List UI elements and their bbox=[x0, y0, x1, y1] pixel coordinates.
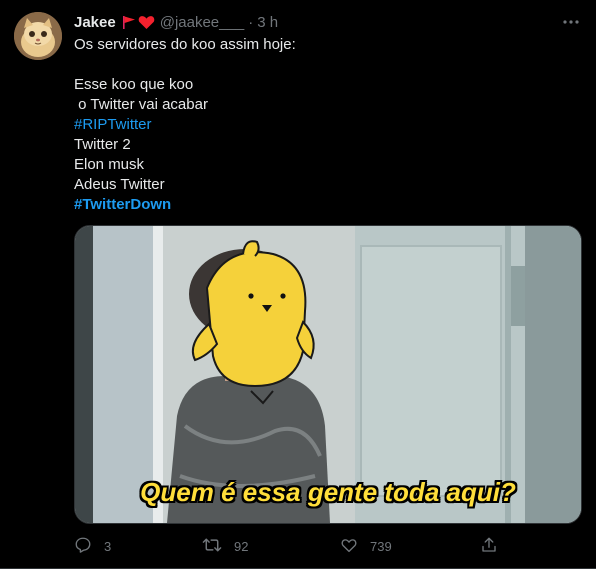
author-name[interactable]: Jakee bbox=[74, 14, 116, 31]
reply-count: 3 bbox=[104, 538, 112, 554]
like-count: 739 bbox=[370, 538, 392, 554]
retweet-icon bbox=[202, 536, 222, 557]
tweet-header: Jakee @jaakee___ · 3 h bbox=[74, 12, 278, 32]
tweet-line: Elon musk bbox=[74, 156, 145, 173]
like-button[interactable]: 739 bbox=[340, 536, 392, 556]
tweet-media-image[interactable]: Quem é essa gente toda aqui? bbox=[74, 225, 582, 524]
meme-caption: Quem é essa gente toda aqui? bbox=[140, 477, 516, 507]
tweet-line: Esse koo que koo bbox=[74, 76, 194, 93]
tweet-line: Twitter 2 bbox=[74, 136, 131, 153]
tweet-line: Adeus Twitter bbox=[74, 176, 165, 193]
hashtag-twitterdown[interactable]: #TwitterDown bbox=[74, 195, 574, 215]
retweet-button[interactable]: 92 bbox=[202, 536, 248, 556]
avatar[interactable] bbox=[14, 12, 62, 60]
more-options-icon[interactable] bbox=[560, 11, 582, 33]
like-icon bbox=[340, 536, 358, 557]
tweet-line: o Twitter vai acabar bbox=[74, 96, 208, 113]
author-handle[interactable]: @jaakee___ bbox=[160, 14, 244, 31]
timestamp[interactable]: 3 h bbox=[257, 14, 278, 31]
action-bar: 3 92 739 bbox=[74, 536, 580, 556]
share-icon bbox=[480, 536, 498, 557]
share-button[interactable] bbox=[480, 536, 498, 556]
reply-icon bbox=[74, 536, 92, 557]
tweet-line: Os servidores do koo assim hoje: bbox=[74, 36, 296, 53]
flag-icon bbox=[122, 15, 136, 30]
tweet[interactable]: Jakee @jaakee___ · 3 h Os servidores do … bbox=[0, 0, 596, 569]
heart-icon bbox=[138, 15, 155, 30]
retweet-count: 92 bbox=[234, 538, 249, 554]
separator-dot: · bbox=[248, 13, 254, 31]
tweet-text: Os servidores do koo assim hoje: Esse ko… bbox=[74, 35, 574, 215]
hashtag-riptwitter[interactable]: #RIPTwitter bbox=[74, 115, 574, 135]
reply-button[interactable]: 3 bbox=[74, 536, 111, 556]
